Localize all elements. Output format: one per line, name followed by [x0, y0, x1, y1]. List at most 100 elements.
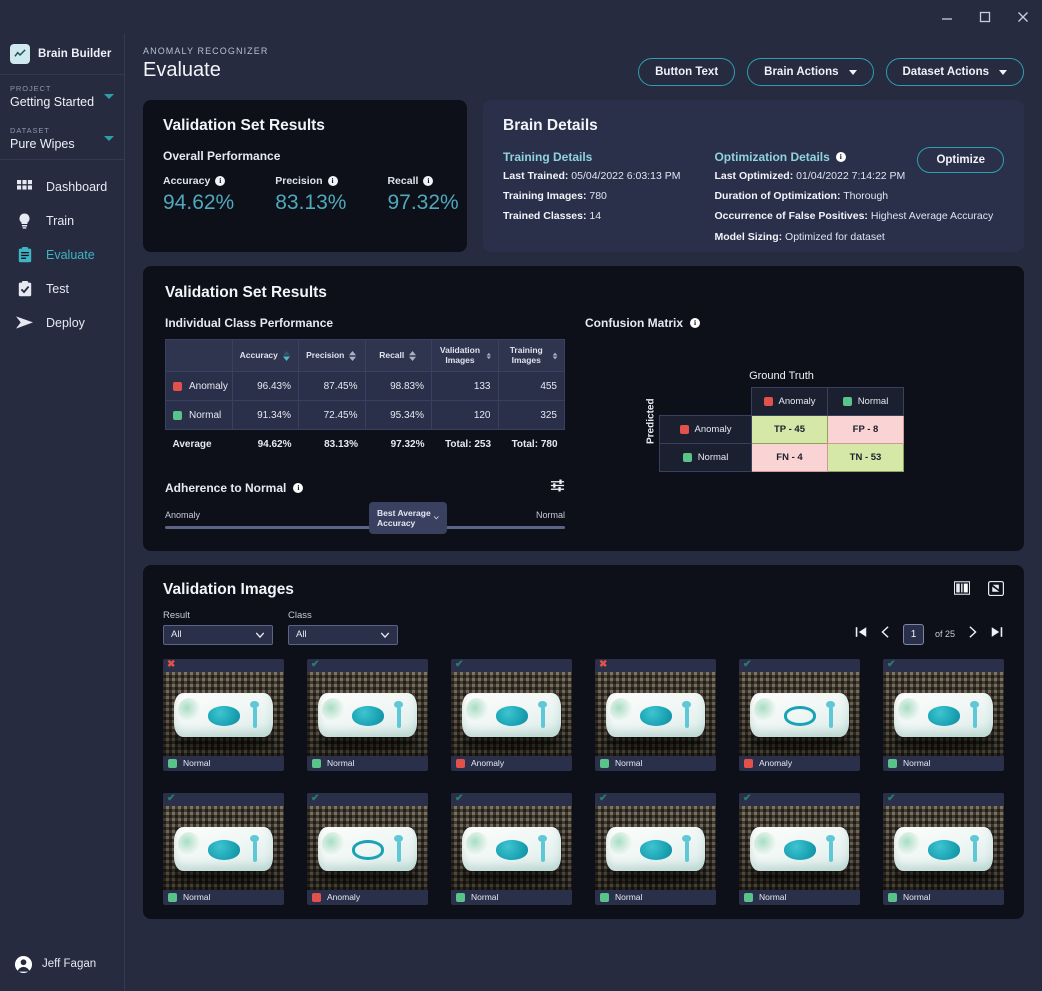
table-header-validation-images[interactable]: Validation Images [431, 339, 499, 372]
image-label: Normal [883, 890, 1004, 905]
info-icon[interactable]: i [835, 152, 846, 162]
cm-col-header: Normal [827, 387, 904, 416]
dataset-label: DATASET [10, 126, 50, 135]
dataset-value: Pure Wipes [10, 137, 75, 151]
button-text-button[interactable]: Button Text [638, 58, 736, 86]
validation-image-card[interactable]: ✔ Normal [883, 792, 1004, 905]
optimize-button[interactable]: Optimize [917, 147, 1004, 173]
class-name: Anomaly [189, 380, 228, 392]
cell-accuracy: 91.34% [231, 400, 299, 430]
validation-image-card[interactable]: ✔ Anomaly [307, 792, 428, 905]
incorrect-icon: ✖ [599, 659, 608, 670]
column-label: Accuracy [239, 349, 278, 360]
sidebar-item-label: Dashboard [46, 180, 108, 194]
adherence-slider[interactable] [165, 520, 565, 533]
avatar-icon [14, 955, 33, 973]
page-number-input[interactable]: 1 [902, 623, 924, 645]
dataset-actions-button[interactable]: Dataset Actions [885, 58, 1024, 86]
info-icon[interactable]: i [293, 482, 304, 493]
class-color-swatch [173, 410, 182, 420]
minimize-icon[interactable] [928, 0, 966, 34]
validation-image-card[interactable]: ✔ Normal [451, 792, 572, 905]
package-lid [207, 840, 241, 860]
sidebar-item-test[interactable]: Test [0, 272, 124, 306]
info-icon[interactable]: i [423, 176, 434, 186]
table-header-class [165, 339, 233, 372]
user-profile[interactable]: Jeff Fagan [0, 947, 125, 981]
correct-icon: ✔ [743, 659, 752, 670]
adherence-preset-select[interactable]: Best Average Accuracy [369, 501, 447, 534]
package-graphic [970, 835, 980, 863]
cm-cell: FP - 8 [827, 415, 904, 444]
cm-cell: FN - 4 [751, 443, 828, 472]
page-count-label: of 25 [934, 629, 955, 639]
app-window: Brain Builder PROJECT Getting Started DA… [0, 0, 1042, 991]
dataset-selector[interactable]: DATASET Pure Wipes [0, 117, 124, 159]
validation-image-card[interactable]: ✖ Normal [595, 658, 716, 771]
class-label: Anomaly [327, 892, 361, 902]
sidebar-item-dashboard[interactable]: Dashboard [0, 170, 124, 204]
brand-logo[interactable]: Brain Builder [0, 34, 124, 74]
info-icon[interactable]: i [215, 176, 226, 186]
table-row-average: Average 94.62% 83.13% 97.32% Total: 253 … [165, 429, 565, 459]
info-icon[interactable]: i [690, 318, 700, 328]
metric-value: 83.13% [275, 191, 347, 214]
detail-row: Training Images: 780 [503, 189, 680, 204]
detail-row: Last Trained: 05/04/2022 6:03:13 PM [503, 169, 680, 184]
slider-left-label: Anomaly [165, 509, 201, 520]
info-icon[interactable]: i [327, 176, 338, 186]
detail-value: Highest Average Accuracy [870, 210, 994, 223]
close-icon[interactable] [1004, 0, 1042, 34]
slider-settings-icon[interactable] [550, 478, 565, 498]
table-header-recall[interactable]: Recall [364, 339, 432, 372]
filter-result-select[interactable]: All [163, 624, 273, 645]
validation-image-card[interactable]: ✔ Normal [163, 792, 284, 905]
previous-page-button[interactable] [879, 625, 892, 644]
validation-image-card[interactable]: ✔ Anomaly [451, 658, 572, 771]
package-graphic [394, 701, 404, 729]
sidebar-item-evaluate[interactable]: Evaluate [0, 238, 124, 272]
class-label: Normal [183, 892, 211, 902]
validation-image-card[interactable]: ✔ Normal [595, 792, 716, 905]
metric-accuracy: Accuracy i 94.62% [163, 175, 234, 215]
class-color-swatch [888, 758, 897, 768]
table-header-accuracy[interactable]: Accuracy [231, 339, 299, 372]
correct-icon: ✔ [455, 659, 464, 670]
image-label: Normal [307, 756, 428, 771]
class-color-swatch [600, 758, 609, 768]
metric-value: 97.32% [387, 191, 459, 214]
expand-icon[interactable] [987, 580, 1005, 601]
sidebar-item-deploy[interactable]: Deploy [0, 306, 124, 340]
validation-image-card[interactable]: ✔ Normal [307, 658, 428, 771]
image-label: Anomaly [307, 890, 428, 905]
sidebar-item-train[interactable]: Train [0, 204, 124, 238]
image-label: Anomaly [739, 756, 860, 771]
class-label: Normal [903, 892, 931, 902]
filter-label: Result [163, 609, 190, 621]
next-page-button[interactable] [966, 625, 979, 644]
button-label: Brain Actions [764, 66, 839, 78]
first-page-button[interactable] [854, 625, 868, 644]
validation-image-card[interactable]: ✔ Normal [883, 658, 1004, 771]
last-page-button[interactable] [990, 625, 1004, 644]
correct-icon: ✔ [455, 793, 464, 804]
validation-image-card[interactable]: ✔ Normal [739, 792, 860, 905]
brand-name: Brain Builder [38, 48, 112, 60]
cm-row-header: Normal [659, 443, 752, 472]
project-selector[interactable]: PROJECT Getting Started [0, 75, 124, 117]
split-view-icon[interactable] [953, 581, 971, 600]
wipes-package [893, 827, 994, 872]
brain-actions-button[interactable]: Brain Actions [747, 58, 874, 86]
filter-value: All [296, 629, 307, 640]
class-color-swatch [168, 758, 177, 768]
validation-image-card[interactable]: ✖ Normal [163, 658, 284, 771]
table-header-precision[interactable]: Precision [298, 339, 366, 372]
package-graphic [538, 835, 548, 863]
class-color-swatch [173, 381, 182, 391]
table-header-training-images[interactable]: Training Images [497, 339, 565, 372]
class-color-swatch [456, 758, 465, 768]
adherence-to-normal: Adherence to Normal i Anomaly Normal Bes… [165, 478, 565, 534]
validation-image-card[interactable]: ✔ Anomaly [739, 658, 860, 771]
filter-class-select[interactable]: All [288, 624, 398, 645]
maximize-icon[interactable] [966, 0, 1004, 34]
